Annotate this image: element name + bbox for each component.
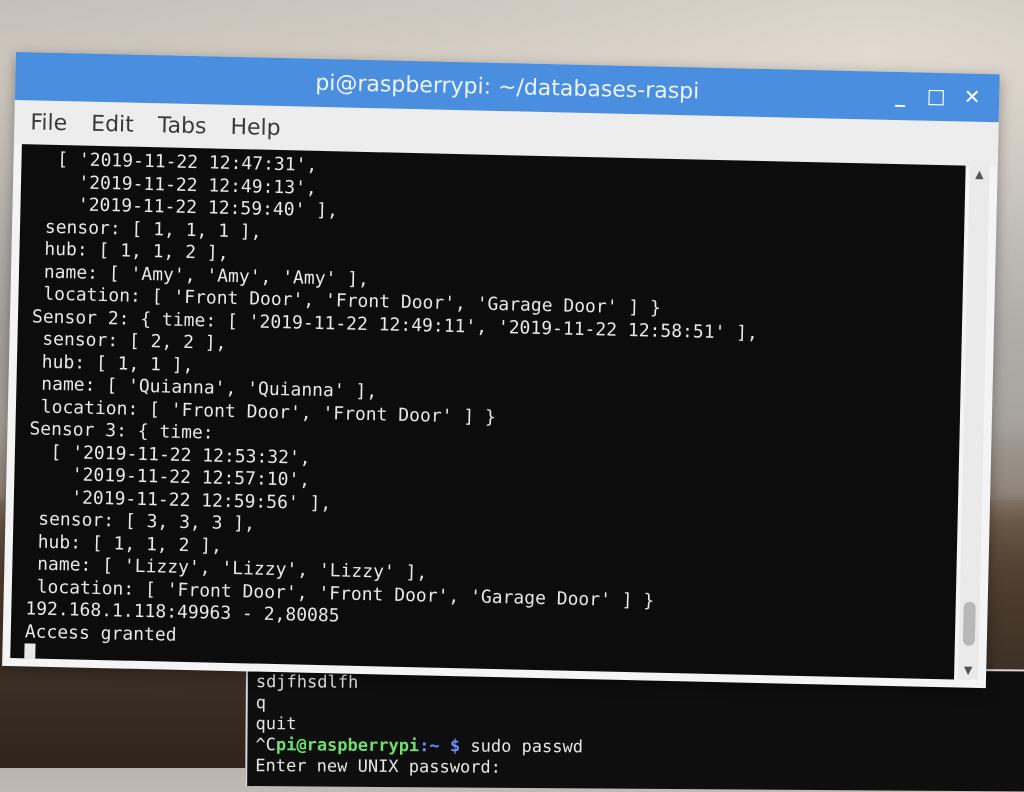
menu-help[interactable]: Help [228, 112, 283, 142]
window-controls: _ □ ✕ [885, 80, 988, 112]
terminal-window[interactable]: pi@raspberrypi: ~/databases-raspi _ □ ✕ … [2, 52, 1000, 689]
scroll-up-icon[interactable]: ▲ [971, 168, 987, 182]
prompt-user: pi@raspberrypi [275, 735, 420, 757]
text-cursor [24, 643, 36, 664]
ctrl-c-text: ^C [255, 735, 276, 756]
menu-edit[interactable]: Edit [89, 109, 136, 139]
menu-tabs[interactable]: Tabs [155, 111, 208, 141]
scroll-down-icon[interactable]: ▼ [960, 664, 976, 678]
t2-line: quit [255, 714, 297, 735]
t2-prompt-line: ^Cpi@raspberrypi:~ $ sudo passwd [255, 735, 583, 758]
prompt-path: :~ $ [419, 736, 461, 757]
close-button[interactable]: ✕ [957, 81, 988, 112]
t2-line: q [255, 693, 267, 714]
terminal-output[interactable]: [ '2019-11-22 12:47:31', '2019-11-22 12:… [10, 144, 966, 680]
menu-file[interactable]: File [28, 108, 69, 138]
terminal-text: [ '2019-11-22 12:47:31', '2019-11-22 12:… [24, 148, 762, 679]
maximize-button[interactable]: □ [921, 81, 952, 112]
scroll-thumb[interactable] [962, 601, 976, 646]
minimize-button[interactable]: _ [885, 80, 916, 111]
prompt-command: sudo passwd [460, 736, 584, 758]
